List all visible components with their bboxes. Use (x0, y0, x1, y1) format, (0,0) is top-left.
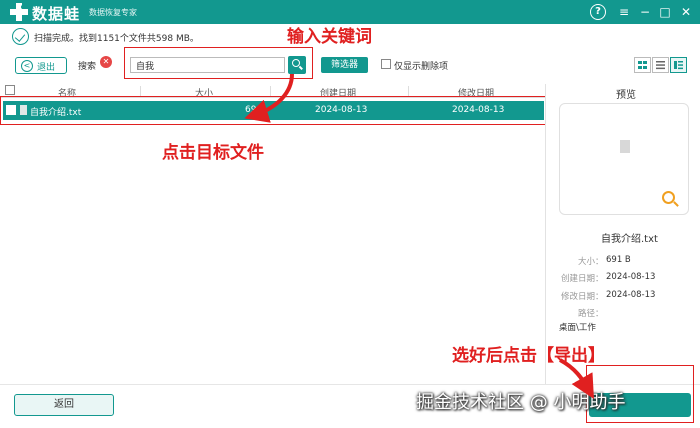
grid-view-icon (638, 61, 647, 69)
exit-button-label: 退出 (37, 63, 56, 73)
menu-icon[interactable]: ≡ (616, 4, 632, 20)
row-highlight-box (0, 96, 546, 125)
detail-view-icon (674, 61, 683, 70)
search-input[interactable] (130, 57, 285, 73)
preview-size-value: 691 B (606, 255, 631, 265)
minimize-icon[interactable]: − (637, 4, 653, 20)
list-view-button[interactable] (652, 57, 669, 73)
arrow-left-icon: < (21, 60, 33, 72)
app-subtitle: 数据恢复专家 (89, 8, 137, 17)
search-hint-annotation: 输入关键词 (287, 27, 372, 47)
help-icon[interactable]: ? (590, 4, 606, 20)
export-hint-annotation: 选好后点击【导出】 (452, 346, 605, 366)
select-all-checkbox[interactable] (5, 85, 15, 95)
title-bar: 数据蛙 数据恢复专家 ? ≡ − □ ✕ (0, 0, 700, 24)
preview-title: 预览 (616, 90, 636, 101)
only-deleted-label: 仅显示删除项 (394, 62, 449, 72)
return-button[interactable]: 返回 (14, 394, 114, 416)
detail-view-button[interactable] (670, 57, 687, 73)
close-icon[interactable]: ✕ (678, 4, 694, 20)
search-label: 搜索 (78, 62, 97, 72)
exit-button[interactable]: < 退出 (15, 57, 67, 74)
preview-path-label: 路径： (578, 309, 604, 319)
maximize-icon[interactable]: □ (657, 4, 673, 20)
grid-view-button[interactable] (634, 57, 651, 73)
preview-path-value: 桌面\工作 (559, 323, 596, 333)
filter-button[interactable]: 筛选器 (321, 57, 368, 73)
scan-status-text: 扫描完成。找到1151个文件共598 MB。 (34, 34, 199, 44)
app-name: 数据蛙 (32, 5, 81, 23)
document-icon (620, 140, 630, 153)
list-view-icon (656, 61, 665, 70)
preview-modified-value: 2024-08-13 (606, 290, 656, 300)
watermark: 掘金技术社区 @ 小明助手 (416, 392, 626, 413)
app-logo-icon (10, 3, 28, 21)
search-button[interactable] (288, 56, 306, 74)
preview-created-label: 创建日期： (561, 274, 604, 284)
preview-size-label: 大小： (578, 257, 604, 267)
preview-modified-label: 修改日期： (561, 292, 604, 302)
clear-search-icon[interactable]: ✕ (100, 56, 112, 68)
preview-file-name: 自我介绍.txt (601, 234, 658, 245)
only-deleted-checkbox[interactable] (381, 59, 391, 69)
preview-created-value: 2024-08-13 (606, 272, 656, 282)
click-hint-annotation: 点击目标文件 (162, 143, 264, 163)
check-circle-icon (12, 28, 29, 45)
